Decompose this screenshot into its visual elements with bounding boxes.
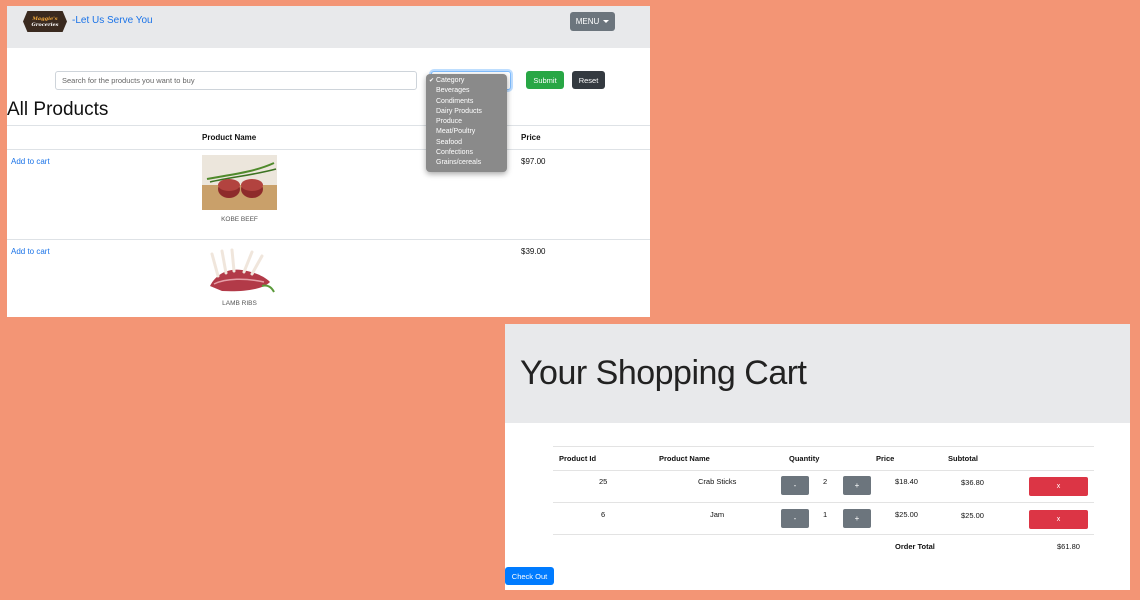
divider bbox=[7, 149, 650, 150]
category-option[interactable]: Dairy Products bbox=[426, 107, 507, 117]
cart-product-name: Jam bbox=[710, 510, 725, 519]
category-option[interactable]: Grains/cereals bbox=[426, 158, 507, 168]
brand-logo[interactable]: Maggie's Groceries bbox=[23, 11, 67, 32]
logo-line-2: Groceries bbox=[31, 21, 59, 28]
divider bbox=[553, 502, 1094, 503]
category-option[interactable]: Confections bbox=[426, 148, 507, 158]
search-input[interactable] bbox=[55, 71, 417, 90]
add-to-cart-link[interactable]: Add to cart bbox=[11, 157, 50, 166]
products-page: Maggie's Groceries -Let Us Serve You MEN… bbox=[7, 6, 650, 317]
cart-quantity: 2 bbox=[823, 477, 828, 486]
product-price: $97.00 bbox=[521, 157, 546, 166]
order-total-value: $61.80 bbox=[1057, 542, 1080, 551]
divider bbox=[7, 239, 650, 240]
remove-item-button[interactable]: x bbox=[1029, 510, 1088, 529]
divider bbox=[7, 125, 650, 126]
order-total-label: Order Total bbox=[895, 542, 935, 551]
increase-quantity-button[interactable]: + bbox=[843, 509, 871, 528]
cart-price: $25.00 bbox=[895, 510, 918, 519]
category-dropdown: ✔ Category Beverages Condiments Dairy Pro… bbox=[426, 74, 507, 172]
submit-button[interactable]: Submit bbox=[526, 71, 564, 89]
product-name: KOBE BEEF bbox=[221, 216, 258, 223]
caret-down-icon bbox=[603, 20, 610, 23]
check-icon: ✔ bbox=[429, 78, 435, 84]
column-header-product-name: Product Name bbox=[659, 454, 710, 463]
remove-item-button[interactable]: x bbox=[1029, 477, 1088, 496]
cart-product-id: 6 bbox=[601, 510, 606, 519]
checkout-button[interactable]: Check Out bbox=[505, 567, 554, 585]
column-header-price: Price bbox=[876, 454, 895, 463]
column-header-product-name: Product Name bbox=[202, 133, 257, 142]
decrease-quantity-button[interactable]: - bbox=[781, 509, 809, 528]
add-to-cart-link[interactable]: Add to cart bbox=[11, 247, 50, 256]
reset-button[interactable]: Reset bbox=[572, 71, 605, 89]
brand-tagline[interactable]: -Let Us Serve You bbox=[72, 15, 153, 26]
cart-quantity: 1 bbox=[823, 510, 828, 519]
column-header-product-id: Product Id bbox=[559, 454, 597, 463]
cart-price: $18.40 bbox=[895, 477, 918, 486]
product-image-lamb-ribs[interactable] bbox=[202, 246, 277, 296]
cart-header: Your Shopping Cart bbox=[505, 324, 1130, 423]
navbar: Maggie's Groceries -Let Us Serve You MEN… bbox=[7, 6, 650, 48]
decrease-quantity-button[interactable]: - bbox=[781, 476, 809, 495]
category-option[interactable]: ✔ Category bbox=[426, 76, 507, 86]
category-option[interactable]: Meat/Poultry bbox=[426, 127, 507, 137]
column-header-subtotal: Subtotal bbox=[948, 454, 978, 463]
cart-subtotal: $25.00 bbox=[961, 511, 984, 520]
divider bbox=[553, 446, 1094, 447]
cart-product-id: 25 bbox=[599, 477, 608, 486]
product-name: LAMB RIBS bbox=[222, 300, 257, 307]
cart-subtotal: $36.80 bbox=[961, 478, 984, 487]
shopping-cart-page: Your Shopping Cart Product Id Product Na… bbox=[505, 324, 1130, 590]
increase-quantity-button[interactable]: + bbox=[843, 476, 871, 495]
cart-product-name: Crab Sticks bbox=[698, 477, 737, 486]
divider bbox=[553, 470, 1094, 471]
cart-title: Your Shopping Cart bbox=[520, 354, 807, 392]
product-price: $39.00 bbox=[521, 247, 546, 256]
category-option[interactable]: Seafood bbox=[426, 138, 507, 148]
menu-button[interactable]: MENU bbox=[570, 12, 615, 31]
column-header-price: Price bbox=[521, 133, 541, 142]
page-title: All Products bbox=[7, 99, 109, 120]
divider bbox=[553, 534, 1094, 535]
column-header-quantity: Quantity bbox=[789, 454, 820, 463]
category-option[interactable]: Beverages bbox=[426, 86, 507, 96]
menu-button-label: MENU bbox=[575, 17, 600, 26]
category-option[interactable]: Produce bbox=[426, 117, 507, 127]
product-image-kobe-beef[interactable] bbox=[202, 155, 277, 210]
category-option[interactable]: Condiments bbox=[426, 97, 507, 107]
